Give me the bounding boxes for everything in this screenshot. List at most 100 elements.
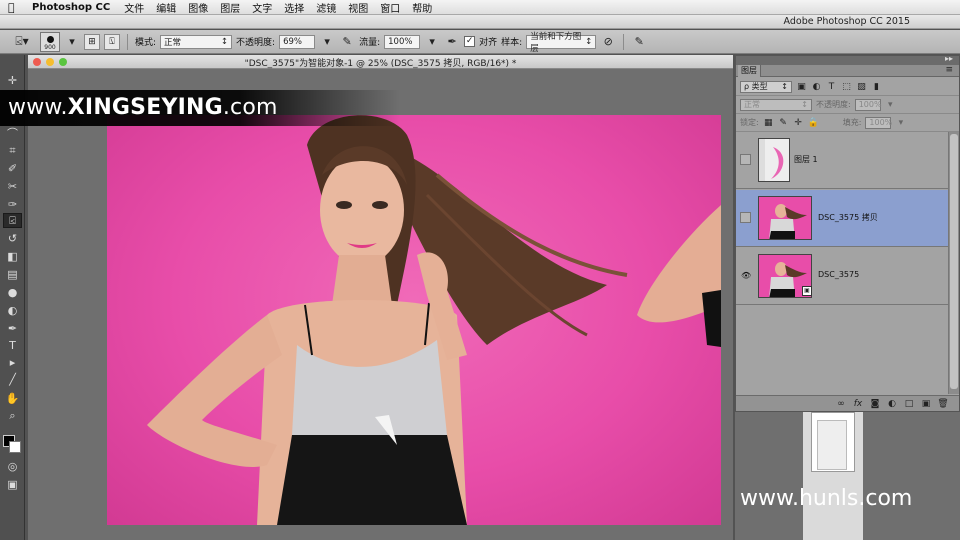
blur-tool-icon[interactable]: ●: [3, 285, 22, 300]
path-selection-tool-icon[interactable]: ▸: [3, 355, 22, 370]
layer-row-selected[interactable]: DSC_3575 拷贝: [736, 190, 949, 247]
hand-tool-icon[interactable]: ✋: [3, 391, 22, 406]
tab-layers[interactable]: 图层: [738, 65, 761, 77]
filter-adjustment-icon[interactable]: ◐: [811, 81, 822, 92]
lasso-tool-icon[interactable]: ⌒: [3, 125, 22, 140]
filter-pixel-icon[interactable]: ▣: [796, 81, 807, 92]
lock-pixels-icon[interactable]: ✎: [778, 117, 789, 128]
layer-thumbnail-art: [759, 197, 811, 239]
updown-icon: ↕: [781, 82, 788, 91]
opacity-field[interactable]: 69%: [279, 34, 316, 49]
collapse-panel-icon[interactable]: ▸▸: [945, 54, 953, 63]
filter-toggle-icon[interactable]: ▮: [871, 81, 882, 92]
layer-style-icon[interactable]: fx: [852, 399, 864, 409]
ignore-adjustment-layers-icon[interactable]: ⊘: [600, 34, 616, 50]
add-mask-icon[interactable]: ◙: [869, 399, 881, 409]
fill-field[interactable]: 100%: [865, 116, 893, 129]
fill-dropdown-icon[interactable]: ▾: [895, 117, 906, 128]
updown-icon: ↕: [585, 36, 593, 47]
opacity-dropdown-icon[interactable]: ▾: [885, 99, 896, 110]
airbrush-icon[interactable]: ✒: [444, 34, 460, 50]
brush-tool-icon[interactable]: ✑: [3, 197, 22, 212]
layers-scrollbar[interactable]: [948, 132, 959, 394]
menu-file[interactable]: 文件: [124, 0, 144, 15]
watermark-top-text: www.XINGSEYING.com: [8, 95, 278, 120]
filter-smart-object-icon[interactable]: ▨: [856, 81, 867, 92]
layer-row[interactable]: 👁 ▣ DSC_3575: [736, 248, 949, 305]
layer-name[interactable]: DSC_3575 拷贝: [818, 212, 878, 223]
menu-image[interactable]: 图像: [188, 0, 208, 15]
lock-transparent-icon[interactable]: ▦: [763, 117, 774, 128]
line-tool-icon[interactable]: ╱: [3, 372, 22, 387]
pressure-opacity-icon[interactable]: ✎: [339, 34, 355, 50]
healing-brush-tool-icon[interactable]: ✂: [3, 179, 22, 194]
gradient-tool-icon[interactable]: ▤: [3, 267, 22, 282]
dodge-tool-icon[interactable]: ◐: [3, 303, 22, 318]
filter-shape-icon[interactable]: ⬚: [841, 81, 852, 92]
layer-opacity-field[interactable]: 100%: [854, 98, 882, 111]
zoom-tool-icon[interactable]: ⌕: [3, 408, 22, 423]
clone-stamp-tool-icon[interactable]: ⍃: [3, 213, 22, 228]
history-brush-tool-icon[interactable]: ↺: [3, 231, 22, 246]
brush-panel-toggle[interactable]: ⊞: [84, 33, 100, 50]
pressure-size-icon[interactable]: ✎: [631, 34, 647, 50]
panel-menu-icon[interactable]: ≡: [945, 65, 953, 75]
menu-view[interactable]: 视图: [348, 0, 368, 15]
layer-name[interactable]: 图层 1: [794, 154, 818, 165]
app-title: Adobe Photoshop CC 2015: [783, 16, 910, 27]
brush-preset-picker[interactable]: 900: [40, 31, 60, 52]
delete-layer-icon[interactable]: 🗑: [937, 399, 949, 409]
blend-mode-value: 正常: [744, 100, 760, 109]
layer-visibility-toggle[interactable]: [740, 154, 751, 165]
layer-row[interactable]: 图层 1: [736, 132, 949, 189]
blend-mode-select[interactable]: 正常 ↕: [740, 98, 812, 111]
app-menu[interactable]: Photoshop CC: [32, 2, 110, 13]
layer-visibility-toggle[interactable]: [740, 212, 751, 223]
chevron-down-icon[interactable]: ▾: [64, 34, 80, 50]
panel-drag-bar[interactable]: ▸▸: [736, 54, 959, 65]
filter-type-select[interactable]: ρ 类型 ↕: [740, 80, 792, 93]
move-tool-icon[interactable]: ✛: [3, 73, 22, 88]
menu-edit[interactable]: 编辑: [156, 0, 176, 15]
filter-type-layer-icon[interactable]: T: [826, 81, 837, 92]
canvas-photo[interactable]: [107, 115, 721, 525]
link-layers-icon[interactable]: ∞: [835, 399, 847, 409]
mode-label: 模式:: [135, 38, 157, 48]
screen-mode-icon[interactable]: ▣: [3, 477, 22, 492]
lock-fill-row: 锁定: ▦ ✎ ✛ 🔒 填充: 100% ▾: [736, 114, 959, 132]
divider: [623, 33, 625, 50]
eyedropper-tool-icon[interactable]: ✐: [3, 161, 22, 176]
clone-stamp-preset-button[interactable]: ⍃▾: [8, 33, 36, 51]
lock-position-icon[interactable]: ✛: [793, 117, 804, 128]
flow-dropdown-icon[interactable]: ▾: [424, 34, 440, 50]
menu-filter[interactable]: 滤镜: [316, 0, 336, 15]
menu-layer[interactable]: 图层: [220, 0, 240, 15]
sample-select[interactable]: 当前和下方图层 ↕: [526, 32, 597, 54]
menu-help[interactable]: 帮助: [412, 0, 432, 15]
pen-tool-icon[interactable]: ✒: [3, 321, 22, 336]
new-group-icon[interactable]: □: [903, 399, 915, 409]
aligned-checkbox[interactable]: ✓: [464, 36, 476, 47]
layer-name[interactable]: DSC_3575: [818, 270, 859, 279]
menu-type[interactable]: 文字: [252, 0, 272, 15]
fill-value: 100%: [869, 118, 893, 127]
menu-window[interactable]: 窗口: [380, 0, 400, 15]
clone-source-panel-toggle[interactable]: ⍂: [104, 33, 120, 50]
quick-mask-icon[interactable]: ◎: [3, 459, 22, 474]
scrollbar-thumb[interactable]: [950, 134, 958, 389]
eraser-tool-icon[interactable]: ◧: [3, 249, 22, 264]
layers-tab-bar: 图层 ≡: [736, 65, 959, 77]
type-tool-icon[interactable]: T: [3, 338, 22, 353]
opacity-label: 不透明度:: [816, 100, 851, 109]
opacity-dropdown-icon[interactable]: ▾: [319, 34, 335, 50]
lock-all-icon[interactable]: 🔒: [808, 117, 819, 128]
crop-tool-icon[interactable]: ⌗: [3, 143, 22, 158]
adjustment-layer-icon[interactable]: ◐: [886, 399, 898, 409]
new-layer-icon[interactable]: ▣: [920, 399, 932, 409]
background-color-swatch[interactable]: [9, 441, 21, 453]
apple-icon[interactable]: : [8, 1, 22, 14]
mode-select[interactable]: 正常 ↕: [160, 34, 233, 49]
menu-select[interactable]: 选择: [284, 0, 304, 15]
eye-icon[interactable]: 👁: [740, 270, 751, 281]
flow-field[interactable]: 100%: [384, 34, 421, 49]
